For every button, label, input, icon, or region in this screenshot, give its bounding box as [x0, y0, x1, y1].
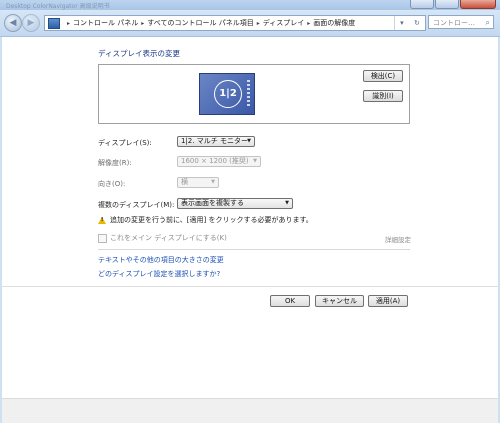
search-icon[interactable]: ⌕: [486, 16, 490, 30]
chevron-down-icon: ▼: [285, 200, 289, 206]
multiple-displays-value: 表示画面を複製する: [181, 199, 244, 207]
apply-button[interactable]: 適用(A): [368, 295, 408, 307]
footer-divider: [2, 286, 498, 287]
ok-button[interactable]: OK: [270, 295, 310, 307]
back-arrow-icon[interactable]: ◀: [4, 14, 22, 32]
multiple-displays-label: 複数のディスプレイ(M):: [98, 201, 175, 209]
chevron-down-icon[interactable]: ▾: [400, 19, 404, 27]
warning-icon: [98, 216, 106, 224]
resolution-select-value: 1600 × 1200 (推奨): [181, 157, 249, 165]
main-display-label: これをメイン ディスプレイにする(K): [110, 234, 227, 242]
breadcrumb-separator: ▸: [67, 19, 71, 27]
window-controls: [410, 0, 496, 9]
address-dropdown[interactable]: ▾ ↻: [394, 16, 425, 30]
control-panel-icon: [48, 17, 60, 29]
search-placeholder: コントロー…: [433, 19, 475, 27]
status-bar: [2, 398, 498, 423]
chevron-down-icon: ▼: [211, 179, 215, 185]
detect-button[interactable]: 検出(C): [363, 70, 403, 82]
main-content: ディスプレイ表示の変更 1|2 検出(C) 識別(I) ディスプレイ(S): 1…: [2, 37, 498, 398]
section-divider: [98, 249, 410, 250]
display-settings-help-link[interactable]: どのディスプレイ設定を選択しますか?: [98, 269, 220, 279]
monitor-number: 1|2: [214, 80, 242, 108]
resolution-label: 解像度(R):: [98, 159, 132, 167]
page-title: ディスプレイ表示の変更: [98, 49, 180, 58]
window-title: Desktop ColorNavigator 高级说明书: [6, 3, 110, 10]
breadcrumb-separator[interactable]: ▸: [257, 20, 260, 27]
display-select-value: 1|2. マルチ モニター: [181, 137, 248, 145]
window-titlebar[interactable]: Desktop ColorNavigator 高级说明书: [0, 0, 500, 10]
orientation-label: 向き(O):: [98, 180, 126, 188]
identify-button[interactable]: 識別(I): [363, 90, 403, 102]
checkbox-box[interactable]: [98, 233, 107, 243]
cancel-button[interactable]: キャンセル: [315, 295, 364, 307]
close-button[interactable]: [460, 0, 496, 9]
text-size-link[interactable]: テキストやその他の項目の大きさの変更: [98, 255, 224, 265]
monitor-strip-decoration: [247, 80, 250, 108]
chevron-down-icon: ▼: [247, 138, 251, 144]
display-label: ディスプレイ(S):: [98, 139, 152, 147]
multiple-displays-select[interactable]: 表示画面を複製する ▼: [177, 198, 293, 209]
orientation-select-value: 横: [181, 178, 188, 186]
search-input[interactable]: コントロー… ⌕: [428, 15, 494, 29]
navigation-bar: ◀ ▶ ▸ コントロール パネル ▸ すべてのコントロール パネル項目 ▸ ディ…: [0, 10, 500, 37]
advanced-settings-link[interactable]: 詳細設定: [385, 234, 411, 244]
breadcrumb-all-items[interactable]: すべてのコントロール パネル項目: [147, 18, 253, 28]
warning-text: 追加の変更を行う前に、[適用] をクリックする必要があります。: [110, 216, 313, 224]
monitor-icon[interactable]: 1|2: [199, 73, 255, 115]
refresh-icon[interactable]: ↻: [414, 19, 420, 27]
address-bar[interactable]: ▸ コントロール パネル ▸ すべてのコントロール パネル項目 ▸ ディスプレイ…: [44, 15, 426, 31]
forward-arrow-icon[interactable]: ▶: [22, 14, 40, 32]
breadcrumb-display[interactable]: ディスプレイ: [263, 18, 305, 28]
resolution-select[interactable]: 1600 × 1200 (推奨) ▼: [177, 156, 261, 167]
minimize-button[interactable]: [410, 0, 434, 9]
display-select[interactable]: 1|2. マルチ モニター ▼: [177, 136, 255, 147]
main-display-checkbox[interactable]: これをメイン ディスプレイにする(K): [98, 233, 227, 243]
breadcrumb-separator[interactable]: ▸: [307, 20, 310, 27]
breadcrumb-resolution[interactable]: 画面の解像度: [313, 18, 355, 28]
breadcrumb-separator[interactable]: ▸: [141, 20, 144, 27]
chevron-down-icon: ▼: [253, 158, 257, 164]
apply-warning: 追加の変更を行う前に、[適用] をクリックする必要があります。: [98, 215, 313, 225]
maximize-button[interactable]: [435, 0, 459, 9]
breadcrumb-control-panel[interactable]: コントロール パネル: [73, 18, 138, 28]
orientation-select[interactable]: 横 ▼: [177, 177, 219, 188]
